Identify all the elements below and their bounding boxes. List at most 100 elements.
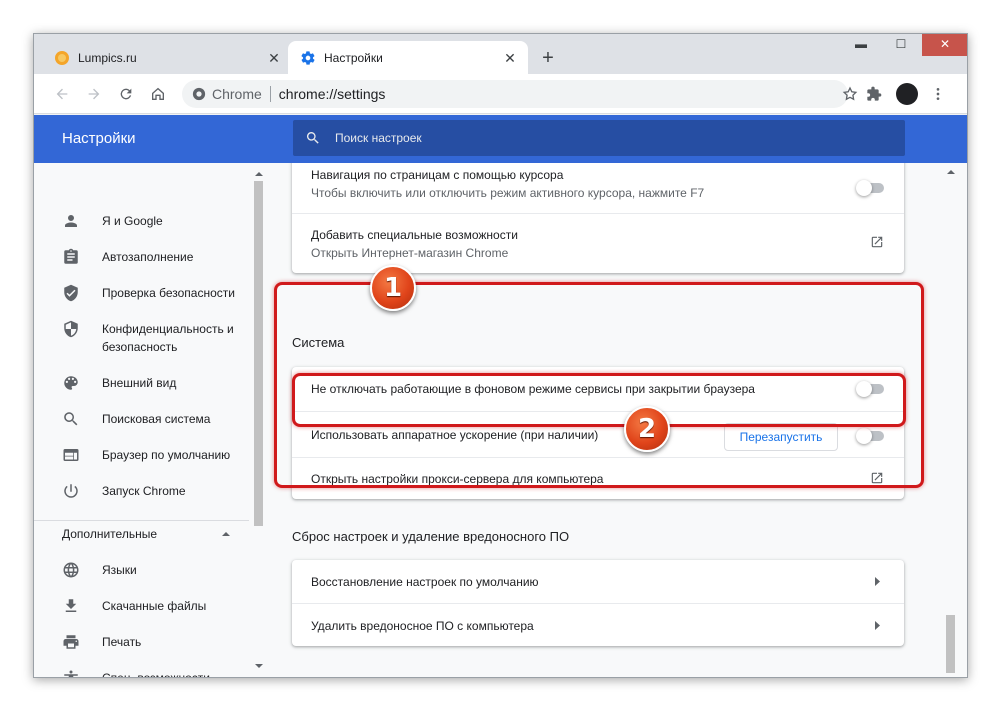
reload-icon <box>120 88 132 100</box>
omnibox-divider <box>269 86 271 102</box>
chevron-right-icon <box>875 577 880 586</box>
globe-icon <box>63 562 79 578</box>
shield-check-icon <box>64 284 78 302</box>
sidebar-item-default-browser[interactable]: Браузер по умолчанию <box>34 446 249 464</box>
address-bar[interactable]: Chrome chrome://settings <box>182 80 858 108</box>
more-vert-icon <box>936 88 940 100</box>
home-button[interactable] <box>146 82 170 106</box>
forward-arrow-icon <box>88 88 100 100</box>
url-text[interactable]: chrome://settings <box>279 86 386 102</box>
sidebar-item-autofill[interactable]: Автозаполнение <box>34 248 249 266</box>
tab-title: Настройки <box>324 50 383 65</box>
site-label: Chrome <box>212 86 262 102</box>
home-icon <box>152 87 164 100</box>
sidebar-item-label: Языки <box>102 563 137 577</box>
main-scroll-up-arrow-icon[interactable] <box>947 169 955 175</box>
search-input[interactable]: Поиск настроек <box>293 120 905 156</box>
star-icon[interactable] <box>842 86 858 102</box>
sidebar-item-label: Я и Google <box>102 214 163 228</box>
sidebar-item-label: Автозаполнение <box>102 250 194 264</box>
person-icon <box>65 215 77 227</box>
page-title: Настройки <box>62 130 136 147</box>
toggle-knob <box>856 180 872 196</box>
tab-strip: Lumpics.ru ✕ Настройки ✕ + ▬ ☐ ✕ <box>34 34 967 74</box>
accessibility-icon <box>64 670 78 677</box>
sidebar-item-label: Печать <box>102 635 142 649</box>
sidebar-item-appearance[interactable]: Внешний вид <box>34 374 249 392</box>
search-icon <box>306 132 319 144</box>
chevron-right-icon <box>875 621 880 630</box>
sidebar-advanced-toggle[interactable]: Дополнительные <box>34 525 249 543</box>
extensions-button[interactable] <box>862 82 886 106</box>
sidebar-item-label: Поисковая система <box>102 412 211 426</box>
window-close-button[interactable]: ✕ <box>922 34 967 56</box>
sidebar-item-privacy[interactable]: Конфиденциальность и безопасность <box>34 320 249 356</box>
sidebar-item-label: Скачанные файлы <box>102 599 207 613</box>
reset-card: Восстановление настроек по умолчанию Уда… <box>292 560 904 646</box>
scroll-down-arrow-icon[interactable] <box>255 663 263 669</box>
browser-icon <box>63 449 79 461</box>
sidebar-item-on-startup[interactable]: Запуск Chrome <box>34 482 249 500</box>
sidebar-item-accessibility[interactable]: Спец. возможности <box>34 669 249 678</box>
sidebar-item-label: Внешний вид <box>102 376 177 390</box>
caret-browsing-row[interactable]: Навигация по страницам с помощью курсора… <box>292 163 904 213</box>
row-title: Добавить специальные возможности <box>311 228 518 242</box>
tab-lumpics[interactable]: Lumpics.ru ✕ <box>42 41 292 74</box>
highlight-hardware-acceleration <box>292 373 906 427</box>
shield-icon <box>64 320 78 338</box>
row-title: Удалить вредоносное ПО с компьютера <box>311 619 534 633</box>
chrome-logo-icon <box>192 87 206 101</box>
tab-title: Lumpics.ru <box>78 50 137 65</box>
sidebar-divider <box>34 520 249 521</box>
sidebar-item-downloads[interactable]: Скачанные файлы <box>34 597 249 615</box>
row-subtitle: Чтобы включить или отключить режим актив… <box>311 186 705 200</box>
minimize-button[interactable]: ▬ <box>846 34 876 56</box>
tab-settings[interactable]: Настройки ✕ <box>288 41 528 74</box>
restore-defaults-row[interactable]: Восстановление настроек по умолчанию <box>292 560 904 603</box>
section-title-reset: Сброс настроек и удаление вредоносного П… <box>292 529 570 544</box>
advanced-label: Дополнительные <box>62 527 157 541</box>
caret-browsing-toggle[interactable] <box>856 180 884 196</box>
avatar[interactable] <box>896 83 918 105</box>
caret-up-icon <box>222 532 230 536</box>
back-button[interactable] <box>50 82 74 106</box>
row-title: Навигация по страницам с помощью курсора <box>311 168 564 182</box>
sidebar-item-label: Конфиденциальность и безопасность <box>102 322 234 354</box>
forward-button[interactable] <box>82 82 106 106</box>
sidebar-item-label: Проверка безопасности <box>102 286 235 300</box>
sidebar-item-search-engine[interactable]: Поисковая система <box>34 410 249 428</box>
sidebar-scrollbar-thumb[interactable] <box>254 181 263 526</box>
new-tab-button[interactable]: + <box>536 46 560 70</box>
sidebar-item-printing[interactable]: Печать <box>34 633 249 651</box>
sidebar-item-label: Спец. возможности <box>102 671 210 678</box>
back-arrow-icon <box>56 88 68 100</box>
close-tab-icon[interactable]: ✕ <box>264 48 284 68</box>
sidebar-item-label: Браузер по умолчанию <box>102 448 231 462</box>
settings-header: Настройки Поиск настроек <box>34 115 967 163</box>
scroll-up-arrow-icon[interactable] <box>255 171 263 177</box>
main-scrollbar-thumb[interactable] <box>946 615 955 673</box>
sidebar-item-label: Запуск Chrome <box>102 484 186 498</box>
accessibility-card: Навигация по страницам с помощью курсора… <box>292 163 904 273</box>
close-tab-icon[interactable]: ✕ <box>500 48 520 68</box>
search-placeholder: Поиск настроек <box>335 131 422 145</box>
maximize-button[interactable]: ☐ <box>886 34 916 56</box>
search-icon <box>64 412 78 426</box>
sidebar-item-safety-check[interactable]: Проверка безопасности <box>34 284 249 302</box>
menu-button[interactable] <box>926 82 950 106</box>
download-icon <box>65 599 77 612</box>
clipboard-icon <box>64 248 78 264</box>
printer-icon <box>63 635 79 649</box>
lumpics-icon <box>55 50 69 65</box>
cleanup-computer-row[interactable]: Удалить вредоносное ПО с компьютера <box>292 603 904 646</box>
open-external-icon[interactable] <box>870 235 884 249</box>
gear-icon <box>301 50 315 65</box>
add-accessibility-row[interactable]: Добавить специальные возможности Открыть… <box>292 213 904 271</box>
puzzle-icon <box>867 86 882 101</box>
step-badge-2: 2 <box>624 406 670 452</box>
row-title: Восстановление настроек по умолчанию <box>311 575 539 589</box>
sidebar-item-languages[interactable]: Языки <box>34 561 249 579</box>
reload-button[interactable] <box>114 82 138 106</box>
sidebar-item-you-and-google[interactable]: Я и Google <box>34 212 249 230</box>
step-badge-1: 1 <box>370 265 416 311</box>
